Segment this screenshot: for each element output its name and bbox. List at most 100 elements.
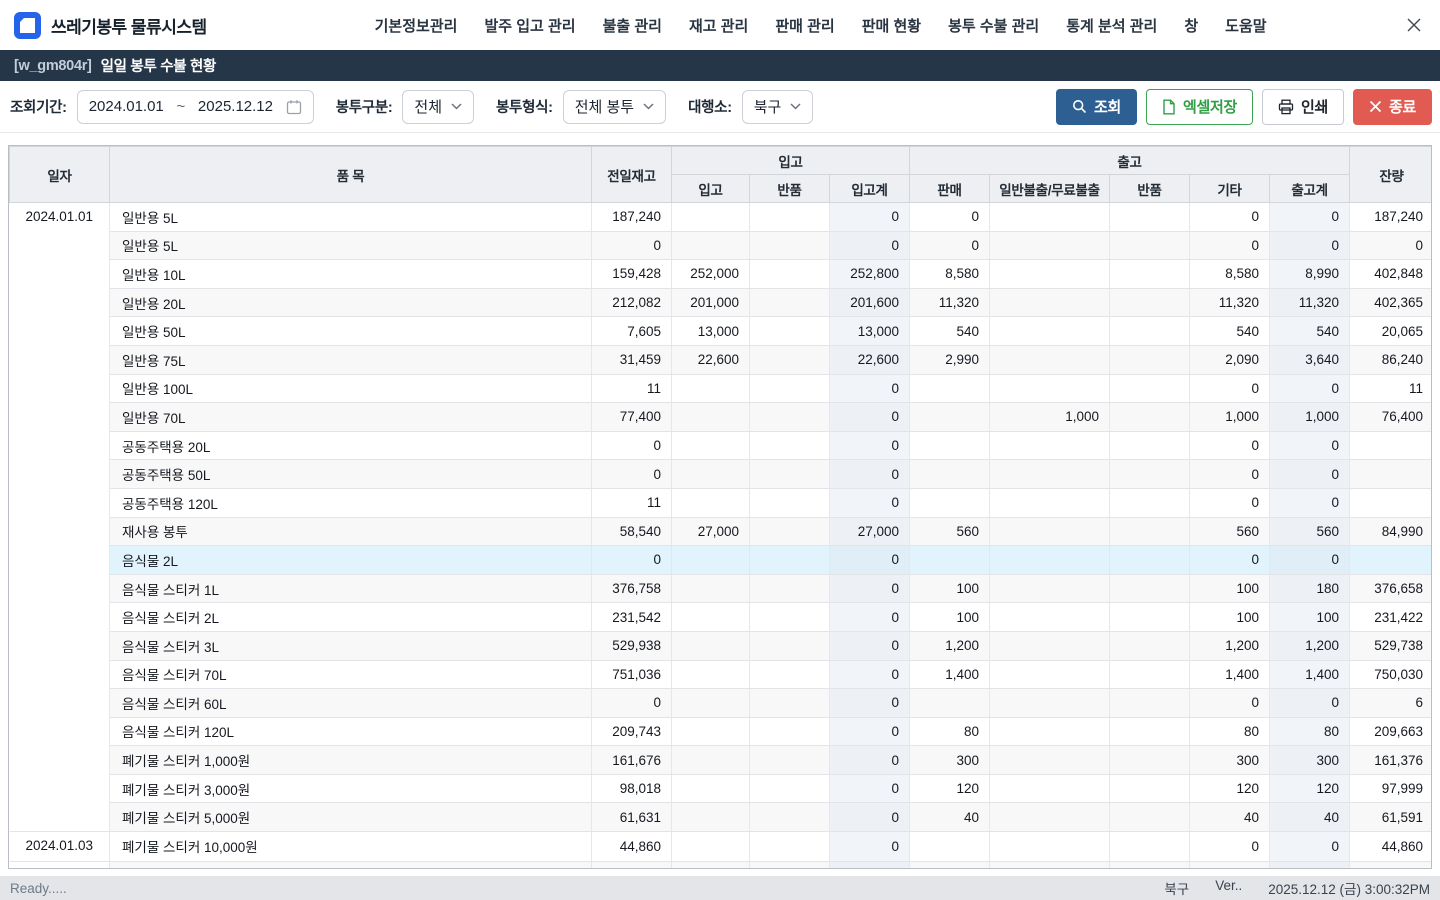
cell-item: 공동주택용 20L — [110, 431, 592, 460]
table-row[interactable]: 폐기물 스티커 1,000원161,6760300300300161,376 — [10, 746, 1433, 775]
table-row[interactable]: 음식물 스티커 60L00006 — [10, 689, 1433, 718]
cell-item: 공동주택용 50L — [110, 460, 592, 489]
table-row[interactable]: 공동주택용 120L11000 — [10, 488, 1433, 517]
cell-item: 일반용 50L — [110, 317, 592, 346]
cell-in-return — [750, 374, 830, 403]
table-row[interactable]: 폐기물 스티커 3,000원98,018012012012097,999 — [10, 774, 1433, 803]
menu-item-order-inbound[interactable]: 발주 입고 관리 — [484, 15, 575, 36]
table-row[interactable]: 일반용 75L31,45922,60022,6002,9902,0903,640… — [10, 345, 1433, 374]
table-row[interactable]: 2024.01.01일반용 5L187,2400000187,240 — [10, 203, 1433, 232]
cell-in — [672, 403, 750, 432]
cell-in-return — [750, 574, 830, 603]
cell-item: 일반용 10L — [110, 260, 592, 289]
menu-item-sales-status[interactable]: 판매 현황 — [862, 15, 921, 36]
cell-out-return — [1110, 631, 1190, 660]
table-row[interactable]: 음식물 스티커 2L231,5420100100100231,422 — [10, 603, 1433, 632]
table-row[interactable]: 공동주택용 20L0000 — [10, 431, 1433, 460]
menu-item-statistics[interactable]: 통계 분석 관리 — [1066, 15, 1157, 36]
cell-etc: 0 — [1190, 231, 1270, 260]
cell-sale — [910, 431, 990, 460]
menu-item-bag-ledger[interactable]: 봉투 수불 관리 — [948, 15, 1039, 36]
table-row[interactable]: 폐기물 스티커 5,000원61,631040404061,591 — [10, 803, 1433, 832]
cell-issue — [990, 832, 1110, 862]
cell-remain — [1350, 488, 1432, 517]
cell-sale: 100 — [910, 603, 990, 632]
print-button[interactable]: 인쇄 — [1262, 89, 1344, 125]
menu-item-basic-info[interactable]: 기본정보관리 — [375, 15, 458, 36]
table-row[interactable]: 일반용 5L000000 — [10, 231, 1433, 260]
cell-etc: 100 — [1190, 603, 1270, 632]
table-row[interactable]: 공동주택용 50L0000 — [10, 460, 1433, 489]
cell-etc: 11,320 — [1190, 288, 1270, 317]
cell-out-return — [1110, 431, 1190, 460]
app-logo-icon — [14, 12, 41, 39]
chevron-down-icon — [643, 103, 654, 110]
menu-item-inventory[interactable]: 재고 관리 — [689, 15, 748, 36]
table-row[interactable]: 일반용 50L7,60513,00013,00054054054020,065 — [10, 317, 1433, 346]
agency-select[interactable]: 북구 — [742, 90, 814, 124]
menu-item-sales-mgmt[interactable]: 판매 관리 — [775, 15, 834, 36]
menu-item-window[interactable]: 창 — [1184, 15, 1198, 36]
table-row[interactable]: 음식물 스티커 120L209,7430808080209,663 — [10, 717, 1433, 746]
cell-out-total: 8,990 — [1270, 260, 1350, 289]
cell-issue — [990, 288, 1110, 317]
col-header-etc: 기타 — [1190, 175, 1270, 203]
cell-sale: 8,580 — [910, 260, 990, 289]
cell-prev-stock: 0 — [592, 546, 672, 575]
cell-out-return — [1110, 717, 1190, 746]
cell-in — [672, 488, 750, 517]
col-header-date: 일자 — [10, 147, 110, 203]
cell-in-total: 0 — [830, 660, 910, 689]
date-to-value[interactable]: 2025.12.12 — [198, 98, 273, 115]
cell-remain: 161,376 — [1350, 746, 1432, 775]
cell-remain: 61,591 — [1350, 803, 1432, 832]
date-from-value[interactable]: 2024.01.01 — [89, 98, 164, 115]
cell-item: 음식물 스티커 70L — [110, 660, 592, 689]
cell-out-total: 100 — [1270, 603, 1350, 632]
window-title-bar: [w_gm804r] 일일 봉투 수불 현황 — [0, 50, 1440, 81]
table-row[interactable]: 일반용 20L212,082201,000201,60011,32011,320… — [10, 288, 1433, 317]
cell-out-return — [1110, 832, 1190, 862]
cell-out-total: 0 — [1270, 431, 1350, 460]
table-row[interactable]: 일반용 70L77,40001,0001,0001,00076,400 — [10, 403, 1433, 432]
cell-in — [672, 631, 750, 660]
bag-format-label: 봉투형식: — [496, 96, 553, 117]
bag-type-select[interactable]: 전체 — [402, 90, 474, 124]
cell-etc: 2,090 — [1190, 345, 1270, 374]
table-row[interactable]: 일반용 100L1100011 — [10, 374, 1433, 403]
cell-prev-stock: 161,676 — [592, 746, 672, 775]
menu-item-issue[interactable]: 불출 관리 — [603, 15, 662, 36]
cell-item: 음식물 2L — [110, 546, 592, 575]
cell-remain: 44,860 — [1350, 832, 1432, 862]
table-row[interactable]: 재사용 봉투58,54027,00027,00056056056084,990 — [10, 517, 1433, 546]
cell-out-total: 560 — [1270, 517, 1350, 546]
cell-in — [672, 832, 750, 862]
table-row[interactable]: 음식물 스티커 1L376,7580100100180376,658 — [10, 574, 1433, 603]
table-row[interactable] — [10, 861, 1433, 869]
table-row[interactable]: 음식물 2L0000 — [10, 546, 1433, 575]
table-row[interactable]: 음식물 스티커 70L751,03601,4001,4001,400750,03… — [10, 660, 1433, 689]
cell-item: 폐기물 스티커 5,000원 — [110, 803, 592, 832]
cell-item: 재사용 봉투 — [110, 517, 592, 546]
window-close-button[interactable] — [1406, 17, 1422, 33]
cell-remain: 0 — [1350, 231, 1432, 260]
search-button[interactable]: 조회 — [1056, 89, 1137, 125]
excel-save-button[interactable]: 엑셀저장 — [1146, 89, 1253, 125]
menu-item-help[interactable]: 도움말 — [1225, 15, 1266, 36]
cell-issue — [990, 374, 1110, 403]
cell-item: 일반용 70L — [110, 403, 592, 432]
cell-prev-stock: 212,082 — [592, 288, 672, 317]
table-row[interactable]: 2024.01.03폐기물 스티커 10,000원44,86000044,860 — [10, 832, 1433, 862]
cell-sale: 40 — [910, 803, 990, 832]
cell-prev-stock: 7,605 — [592, 317, 672, 346]
bag-format-select[interactable]: 전체 봉투 — [563, 90, 666, 124]
cell-item: 폐기물 스티커 3,000원 — [110, 774, 592, 803]
table-row[interactable]: 음식물 스티커 3L529,93801,2001,2001,200529,738 — [10, 631, 1433, 660]
calendar-icon[interactable] — [286, 99, 302, 115]
cell-sale: 100 — [910, 574, 990, 603]
cell-prev-stock: 77,400 — [592, 403, 672, 432]
cell-sale: 1,400 — [910, 660, 990, 689]
exit-button[interactable]: 종료 — [1353, 89, 1432, 125]
date-range-input[interactable]: 2024.01.01 ~ 2025.12.12 — [77, 90, 314, 124]
table-row[interactable]: 일반용 10L159,428252,000252,8008,5808,5808,… — [10, 260, 1433, 289]
